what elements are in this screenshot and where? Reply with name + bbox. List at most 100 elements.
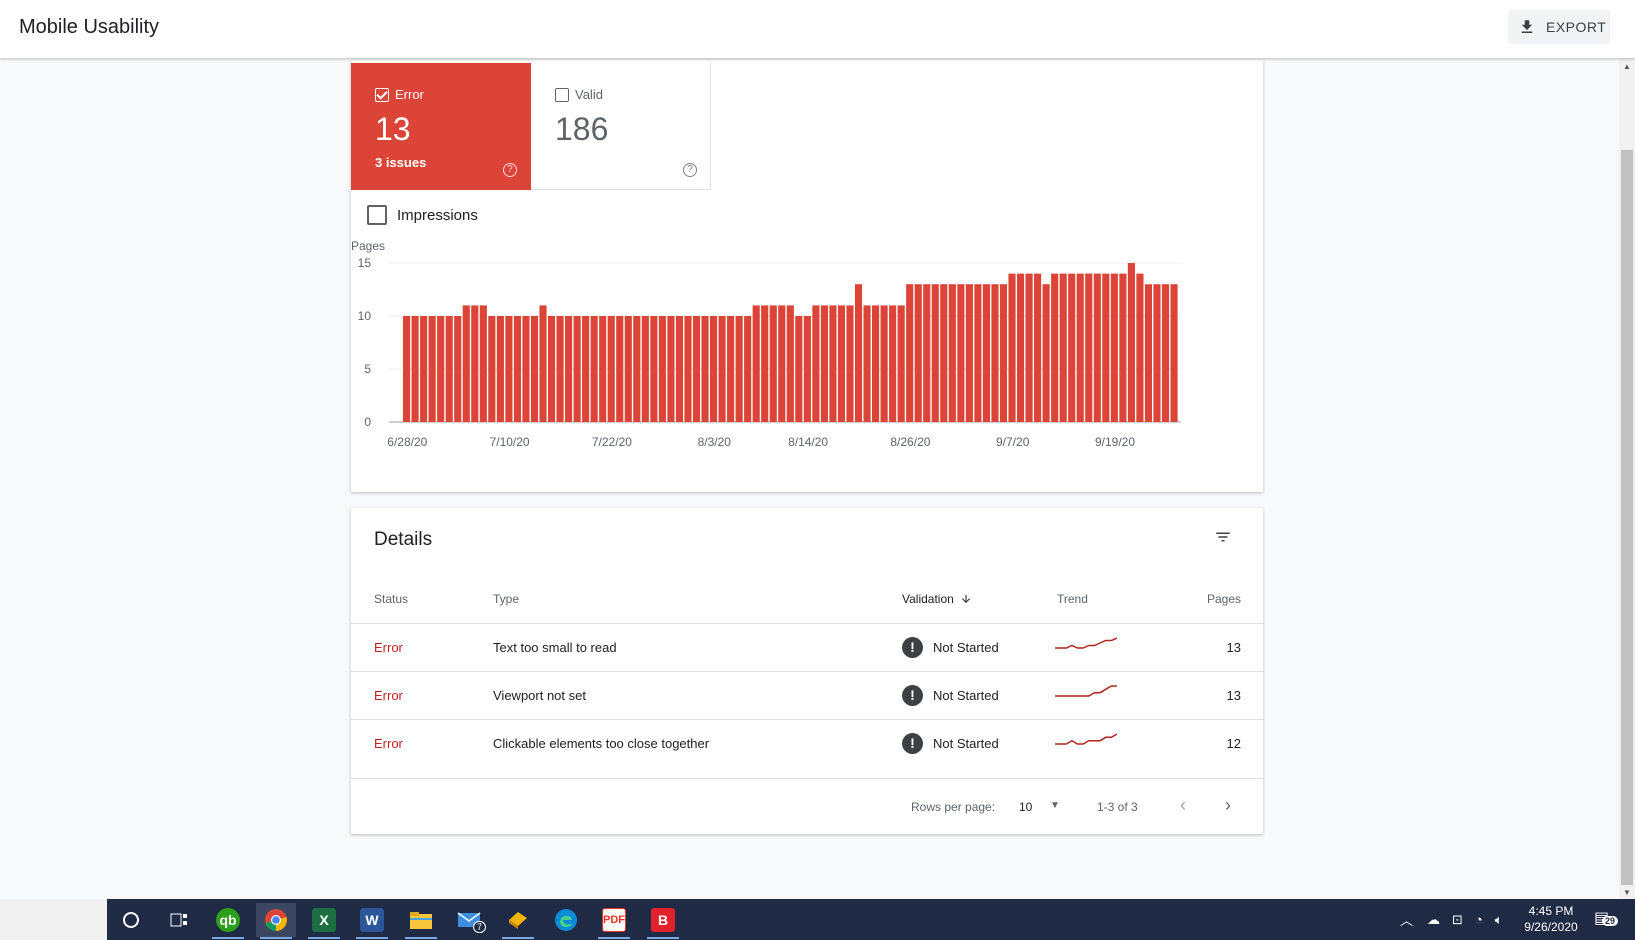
- row-validation-label: Not Started: [933, 736, 999, 751]
- chart-bar: [999, 284, 1008, 422]
- chart-bar: [880, 305, 888, 422]
- table-row[interactable]: Error Viewport not set! Not Started 13: [351, 671, 1263, 721]
- chart-bar: [539, 305, 547, 422]
- sparkline: [1055, 685, 1117, 697]
- chart-bar: [1144, 284, 1153, 422]
- taskbar-clock[interactable]: 4:45 PM 9/26/2020: [1518, 903, 1584, 935]
- chart-bar: [727, 316, 735, 422]
- row-pages: 12: [1226, 736, 1241, 751]
- y-tick-label: 10: [358, 309, 372, 323]
- scrollbar-thumb[interactable]: [1621, 150, 1633, 885]
- chart-bar: [641, 316, 649, 422]
- chart-bar: [650, 316, 658, 422]
- chart-bar: [530, 316, 539, 422]
- dropdown-caret-icon[interactable]: ▼: [1050, 800, 1060, 811]
- row-validation: ! Not Started: [902, 637, 999, 658]
- error-summary-tile[interactable]: Error 13 3 issues ?: [351, 63, 531, 190]
- row-validation: ! Not Started: [902, 685, 999, 706]
- chart-bar: [701, 316, 709, 422]
- error-label: Error: [395, 87, 424, 102]
- row-status: Error: [374, 688, 403, 703]
- filter-icon[interactable]: [1213, 528, 1233, 546]
- export-label: EXPORT: [1546, 19, 1607, 35]
- chart-bar: [547, 316, 556, 422]
- table-pagination: Rows per page: 10 ▼ 1-3 of 3 ‹ ›: [351, 778, 1263, 834]
- chart-bar: [565, 316, 573, 422]
- chrome-icon[interactable]: [256, 903, 296, 939]
- x-tick-label: 9/19/20: [1095, 435, 1135, 449]
- chart-bar: [965, 284, 973, 422]
- table-row[interactable]: Error Text too small to read! Not Started 1…: [351, 623, 1263, 673]
- chart-bar: [914, 284, 922, 422]
- chart-bar: [812, 305, 820, 422]
- scroll-up-arrow-icon[interactable]: ▲: [1623, 62, 1631, 71]
- sparkline: [1055, 637, 1118, 649]
- chart-bar: [735, 316, 743, 422]
- wifi-icon[interactable]: ◔: [1475, 912, 1483, 927]
- table-row[interactable]: Error Clickable elements too close togeth…: [351, 719, 1263, 769]
- impressions-checkbox[interactable]: [367, 205, 387, 225]
- sparkline: [1055, 733, 1118, 745]
- mail-icon[interactable]: 7: [449, 903, 489, 937]
- row-status: Error: [374, 640, 403, 655]
- chevron-up-icon[interactable]: ︿: [1400, 910, 1413, 929]
- chart-bar: [1136, 273, 1144, 422]
- chart-bar: [752, 305, 760, 422]
- cortana-icon[interactable]: [111, 903, 151, 937]
- column-header-type[interactable]: Type: [493, 592, 519, 606]
- chart-bar: [778, 305, 786, 422]
- column-header-status[interactable]: Status: [374, 592, 408, 606]
- x-tick-label: 7/10/20: [490, 435, 530, 449]
- impressions-toggle[interactable]: Impressions: [367, 205, 478, 225]
- impressions-label: Impressions: [397, 206, 478, 224]
- sparkline-line: [1055, 685, 1117, 697]
- bitdefender-icon[interactable]: B: [643, 903, 683, 939]
- valid-summary-tile[interactable]: Valid 186 ?: [531, 63, 711, 190]
- chart-bar: [1068, 273, 1076, 422]
- alert-icon: !: [902, 637, 923, 658]
- chart-bar: [1059, 273, 1067, 422]
- task-view-icon[interactable]: [159, 903, 199, 937]
- chart-bar: [1051, 273, 1059, 422]
- chart-bar: [1042, 284, 1050, 422]
- vertical-scrollbar[interactable]: ▲ ▼: [1619, 58, 1635, 899]
- notification-count: 29: [1602, 916, 1619, 926]
- chart-bar: [829, 305, 837, 422]
- export-button[interactable]: EXPORT: [1508, 10, 1610, 44]
- error-checkbox[interactable]: [375, 87, 389, 102]
- chart-bar: [769, 305, 777, 422]
- chart-bar: [599, 316, 607, 422]
- chart-bar: [897, 305, 905, 422]
- word-icon[interactable]: W: [352, 903, 392, 939]
- quickbooks-icon[interactable]: qb: [208, 903, 248, 939]
- file-explorer-icon[interactable]: [401, 903, 441, 939]
- x-tick-label: 8/3/20: [698, 435, 732, 449]
- column-header-validation[interactable]: Validation: [902, 592, 972, 606]
- help-icon[interactable]: ?: [683, 163, 697, 177]
- column-header-pages[interactable]: Pages: [1206, 592, 1241, 606]
- error-count: 13: [375, 111, 411, 147]
- volume-icon[interactable]: 🔈︎: [1495, 912, 1503, 928]
- top-app-bar: Mobile Usability EXPORT: [0, 0, 1635, 58]
- help-icon[interactable]: ?: [503, 163, 517, 177]
- network-icon[interactable]: ⊡: [1452, 912, 1463, 928]
- chart-bar: [1170, 284, 1178, 422]
- onedrive-cloud-icon[interactable]: ☁: [1427, 912, 1440, 928]
- action-center-icon[interactable]: ▤ 29: [1594, 908, 1619, 928]
- scroll-down-arrow-icon[interactable]: ▼: [1623, 888, 1631, 897]
- next-page-chevron-icon[interactable]: ›: [1225, 795, 1231, 816]
- arrow-down-icon: [961, 595, 970, 603]
- rows-per-page-select[interactable]: 10: [1019, 800, 1032, 814]
- chart-bar: [803, 316, 811, 422]
- valid-checkbox-row: Valid: [555, 87, 603, 102]
- stickies-icon[interactable]: [498, 903, 538, 939]
- valid-checkbox[interactable]: [555, 87, 569, 102]
- prev-page-chevron-icon[interactable]: ‹: [1180, 795, 1186, 816]
- windows-taskbar: qb X W 7 PDF B ︿ ☁ ⊡ ◔ 🔈︎ 4:45 PM 9/26/2…: [0, 899, 1635, 940]
- edge-icon[interactable]: [546, 903, 586, 937]
- acrobat-icon[interactable]: PDF: [594, 903, 634, 939]
- excel-icon[interactable]: X: [304, 903, 344, 939]
- chart-bar: [667, 316, 675, 422]
- alert-icon: !: [902, 733, 923, 754]
- x-tick-label: 8/14/20: [788, 435, 828, 449]
